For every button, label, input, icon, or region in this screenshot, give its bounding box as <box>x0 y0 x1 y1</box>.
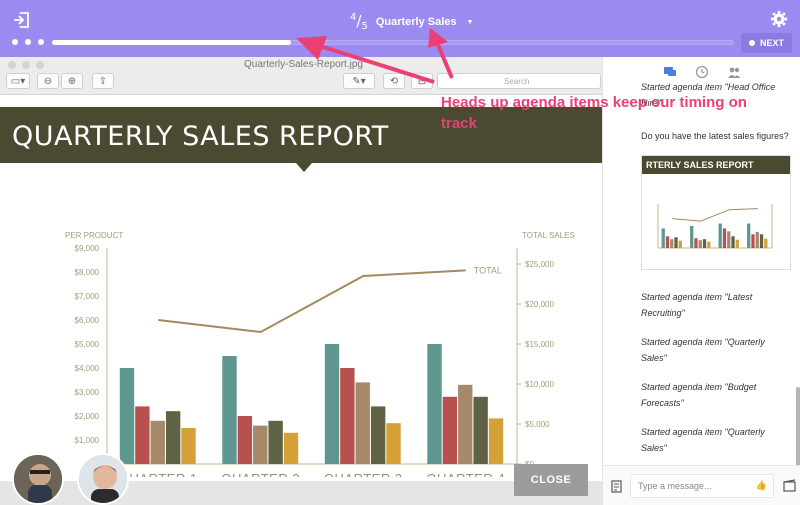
arrow-head-title <box>428 28 448 48</box>
annotation-arrows <box>296 28 454 84</box>
arrow-head-progress <box>296 36 327 60</box>
arrow-to-title <box>434 39 454 79</box>
arrow-to-progress <box>319 44 435 84</box>
annotation-text: Heads up agenda items keep our timing on… <box>441 94 747 132</box>
